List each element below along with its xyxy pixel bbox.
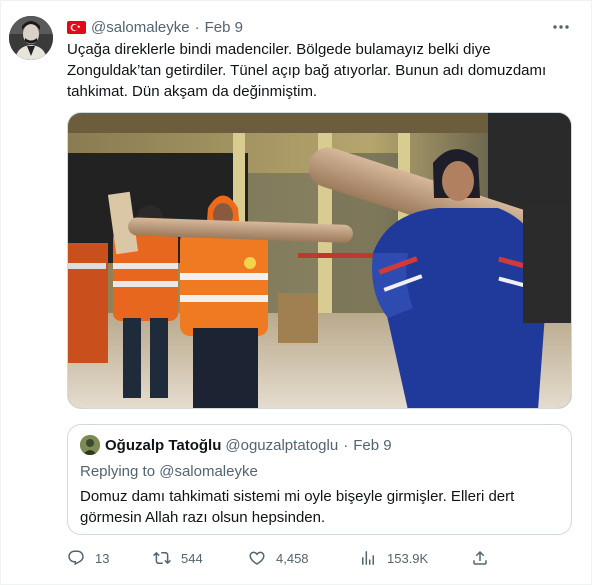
header-separator: · (194, 18, 200, 36)
quote-text: Domuz damı tahkimati sistemi mi oyle biş… (80, 488, 515, 526)
views-icon (362, 551, 374, 565)
tweet-text: Uçağa direklerle bindi madenciler. Bölge… (67, 41, 551, 100)
retweet-button[interactable]: 544 (153, 547, 203, 569)
author-handle[interactable]: @salomaleyke (91, 19, 190, 36)
reply-icon (68, 550, 84, 566)
reply-count: 13 (95, 551, 110, 566)
like-button[interactable]: 4,458 (248, 547, 309, 569)
quoted-tweet[interactable]: Oğuzalp Tatoğlu @oguzalptatoglu · Feb 9 … (67, 424, 572, 535)
turkey-flag-icon (67, 20, 86, 34)
views-button[interactable]: 153.9K (359, 547, 428, 569)
quote-author-avatar[interactable] (80, 435, 100, 455)
share-icon (473, 550, 487, 565)
quote-author-handle[interactable]: @oguzalptatoglu (225, 437, 338, 454)
share-button[interactable] (471, 547, 499, 569)
more-icon[interactable] (551, 20, 571, 34)
quote-date: Feb 9 (353, 436, 392, 454)
replying-to-mention[interactable]: @salomaleyke (159, 463, 258, 480)
quote-author-name[interactable]: Oğuzalp Tatoğlu (105, 437, 221, 454)
heart-icon (249, 551, 265, 565)
quote-header-separator: · (343, 436, 349, 454)
retweet-icon (153, 551, 171, 565)
replying-to-prefix: Replying to (80, 463, 160, 480)
views-count: 153.9K (387, 551, 429, 566)
reply-button[interactable]: 13 (67, 547, 109, 569)
author-avatar[interactable] (9, 16, 53, 60)
tweet-actions: 13 544 4,458 153.9K (67, 547, 497, 569)
quote-header: Oğuzalp Tatoğlu @oguzalptatoglu · Feb 9 (80, 435, 392, 455)
tweet-media-photo[interactable] (67, 112, 572, 409)
tweet-card[interactable]: @salomaleyke · Feb 9 Uçağa direklerle bi… (0, 0, 592, 585)
like-count: 4,458 (276, 551, 309, 566)
quote-replying-to: Replying to @salomaleyke (80, 463, 258, 480)
retweet-count: 544 (181, 551, 203, 566)
tweet-date[interactable]: Feb 9 (205, 19, 243, 36)
tweet-header: @salomaleyke · Feb 9 (67, 16, 243, 38)
media-photo-illustration (68, 113, 571, 408)
